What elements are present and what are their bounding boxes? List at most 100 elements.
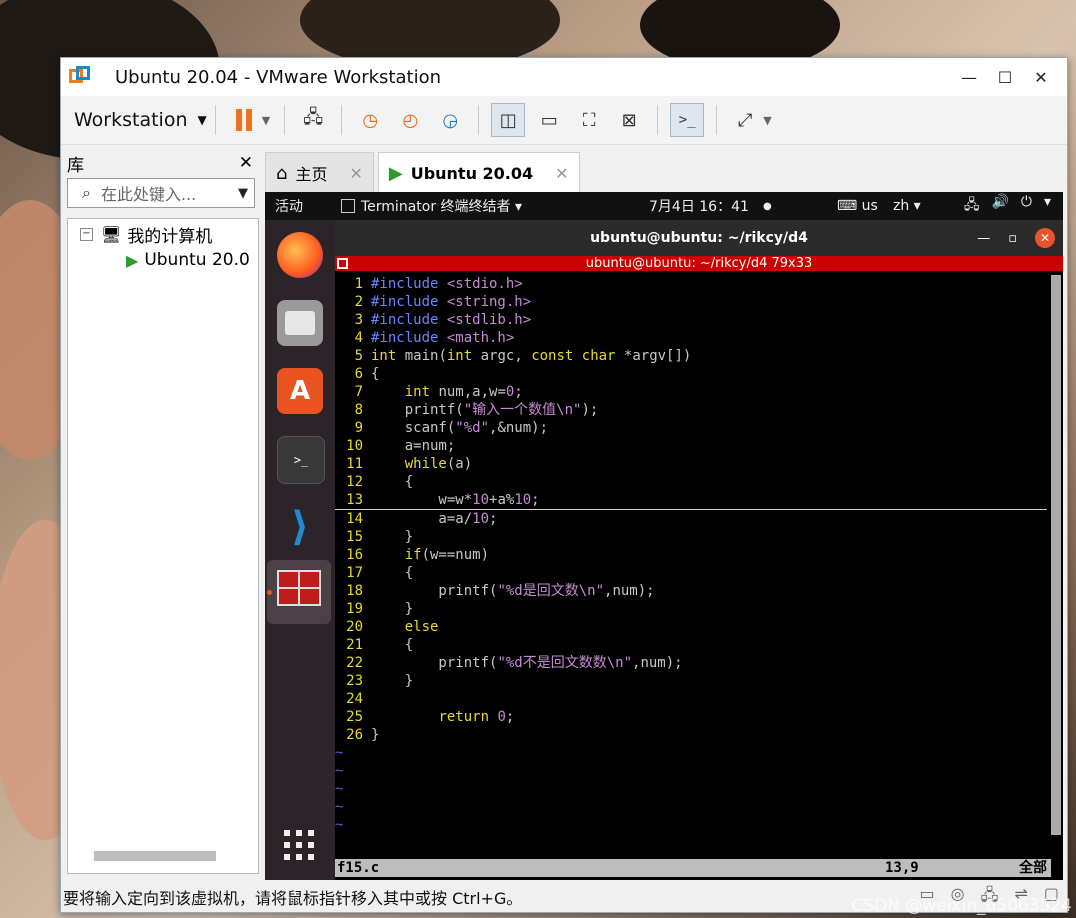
terminal-app-icon: [341, 199, 355, 213]
code-token: 10: [514, 492, 532, 508]
code-token: ,num);: [604, 583, 655, 599]
vscode-icon[interactable]: ⟩: [277, 504, 323, 550]
close-library-button[interactable]: ✕: [239, 153, 253, 173]
tab-strip: ⌂ 主页 ✕ ▶ Ubuntu 20.04 ✕: [265, 152, 584, 194]
vmware-logo-icon: [69, 66, 91, 88]
vm-console[interactable]: 活动 Terminator 终端终结者 ▾ 7月4日 16：41 ● ⌨ us …: [265, 192, 1063, 880]
line-number: 6: [354, 366, 363, 382]
code-token: ;: [489, 511, 498, 527]
input-method-menu[interactable]: zh ▾: [893, 198, 921, 214]
line-number: 11: [346, 456, 363, 472]
code-line: 7 int num,a,w= 0;: [335, 383, 1047, 401]
code-line: 5 int main(int argc, const char *argv[]): [335, 347, 1047, 365]
tree-item-my-computer[interactable]: − 🖥 我的计算机: [68, 221, 258, 247]
maximize-button[interactable]: ☐: [987, 58, 1023, 96]
code-line: 25 return 0;: [335, 708, 1047, 726]
tab-ubuntu[interactable]: ▶ Ubuntu 20.04 ✕: [377, 152, 580, 193]
console-view-button[interactable]: >_: [670, 103, 705, 137]
terminal-title: ubuntu@ubuntu: ~/rikcy/d4: [590, 230, 808, 246]
horizontal-scrollbar[interactable]: [94, 851, 216, 861]
line-number: 22: [346, 655, 363, 671]
firefox-icon[interactable]: [277, 232, 323, 278]
tab-home[interactable]: ⌂ 主页 ✕: [265, 152, 374, 194]
software-store-icon[interactable]: A: [277, 368, 323, 414]
tree-item-ubuntu[interactable]: ▶ Ubuntu 20.0: [68, 247, 258, 273]
line-number: 17: [346, 565, 363, 581]
pause-button[interactable]: [228, 104, 260, 136]
close-tab-button[interactable]: ✕: [555, 164, 568, 183]
code-token: else: [404, 619, 439, 635]
close-icon[interactable]: ✕: [1035, 228, 1055, 248]
line-number: 9: [354, 420, 363, 436]
revert-snapshot-button[interactable]: ◴: [394, 104, 426, 136]
revert-clock-icon: ◴: [402, 109, 419, 131]
full-screen-icon: ⛶: [582, 109, 596, 131]
keyboard-icon: ⌨: [837, 198, 862, 214]
line-number: 21: [346, 637, 363, 653]
code-line: 17 {: [335, 564, 1047, 582]
code-token: printf(: [371, 583, 498, 599]
terminator-window[interactable]: ubuntu@ubuntu: ~/rikcy/d4 — ▫ ✕ ubuntu@u…: [335, 220, 1063, 880]
restore-icon[interactable]: ▫: [1008, 231, 1017, 246]
close-tab-button[interactable]: ✕: [349, 164, 362, 183]
unity-button[interactable]: ⊠: [613, 104, 645, 136]
code-token: <stdlib.h>: [446, 312, 532, 328]
send-ctrl-alt-del-button[interactable]: 🖧: [297, 104, 329, 136]
keyboard-layout[interactable]: ⌨ us: [837, 198, 878, 214]
close-window-button[interactable]: ✕: [1023, 58, 1059, 96]
code-token: }: [371, 673, 414, 689]
line-number: 4: [354, 330, 363, 346]
app-menu[interactable]: Terminator 终端终结者 ▾: [341, 196, 522, 216]
line-number: 14: [346, 511, 363, 527]
code-token: {: [371, 565, 414, 581]
terminal-icon[interactable]: >_: [277, 436, 325, 484]
library-panel: 库 ✕ ⌕ 在此处键入... ▼ − 🖥 我的计算机 ▶ Ubuntu 20.0: [63, 148, 259, 882]
clock[interactable]: 7月4日 16：41: [649, 196, 749, 216]
code-token: const char: [531, 348, 616, 364]
line-number: 25: [346, 709, 363, 725]
stretch-icon: ⤢: [738, 109, 753, 131]
minimize-button[interactable]: —: [951, 58, 987, 96]
thumbnail-bar-button[interactable]: ▭: [533, 104, 565, 136]
vim-cursor-position: 13,9: [885, 860, 919, 876]
show-applications-icon[interactable]: [284, 830, 314, 860]
home-icon: ⌂: [276, 162, 288, 184]
activities-button[interactable]: 活动: [275, 196, 303, 216]
system-menu[interactable]: 🖧 🔊 ⏻ ▾: [964, 194, 1051, 218]
full-screen-button[interactable]: ⛶: [573, 104, 605, 136]
vm-running-icon: ▶: [388, 162, 403, 184]
snapshot-manager-button[interactable]: ◶: [434, 104, 466, 136]
code-token: "输入一个数值\n": [463, 402, 582, 418]
show-library-button[interactable]: ◫: [491, 103, 526, 137]
tab-label: 主页: [295, 165, 328, 184]
stretch-dropdown-icon[interactable]: ▼: [763, 114, 771, 127]
keyboard-layout-label: us: [861, 198, 878, 214]
collapse-icon[interactable]: −: [80, 227, 93, 241]
terminator-dock-item[interactable]: [267, 560, 331, 624]
stretch-guest-button[interactable]: ⤢: [729, 104, 761, 136]
status-message: 要将输入定向到该虚拟机，请将鼠标指针移入其中或按 Ctrl+G。: [63, 889, 523, 908]
code-token: ,&num);: [489, 420, 549, 436]
files-icon[interactable]: [277, 300, 323, 346]
minimize-icon[interactable]: —: [977, 231, 990, 246]
csdn-watermark: CSDN @weixin_65063524: [851, 896, 1072, 916]
pause-dropdown-icon[interactable]: ▼: [262, 114, 270, 127]
terminal-scrollbar[interactable]: [1051, 275, 1061, 835]
search-icon: ⌕: [82, 183, 91, 202]
vim-buffer[interactable]: 1 #include <stdio.h> 2 #include <string.h> 3…: [335, 275, 1047, 834]
terminal-title-bar[interactable]: ubuntu@ubuntu: ~/rikcy/d4 — ▫ ✕: [335, 220, 1063, 256]
chevron-down-icon: ▾: [1043, 194, 1051, 210]
title-bar[interactable]: Ubuntu 20.04 - VMware Workstation — ☐ ✕: [61, 58, 1067, 96]
code-token: 10: [472, 511, 490, 527]
code-token: num,a,w=: [430, 384, 506, 400]
library-search-input[interactable]: ⌕ 在此处键入... ▼: [67, 178, 255, 208]
code-line: 23 }: [335, 672, 1047, 690]
take-snapshot-button[interactable]: ◷: [354, 104, 386, 136]
line-number: 18: [346, 583, 363, 599]
vim-empty-line: ~: [335, 780, 1047, 798]
chevron-down-icon[interactable]: ▼: [238, 186, 248, 201]
line-number: 13: [346, 492, 363, 508]
workstation-menu[interactable]: Workstation ▼: [74, 109, 207, 131]
terminal-group-icon[interactable]: [337, 258, 348, 269]
